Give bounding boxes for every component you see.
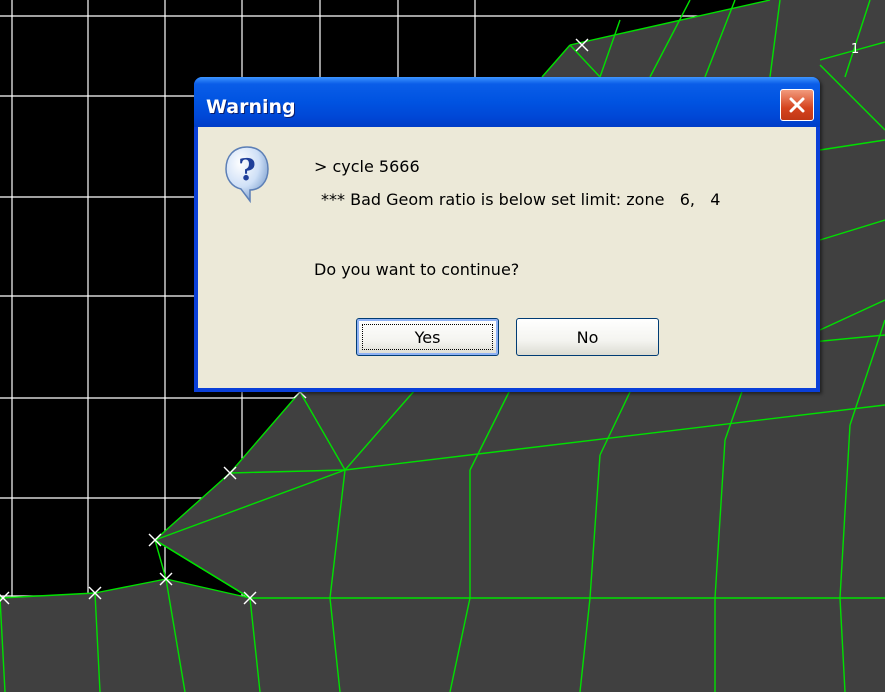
no-button[interactable]: No: [516, 318, 659, 356]
message-line-2: *** Bad Geom ratio is below set limit: z…: [321, 190, 721, 209]
corner-label: 1: [851, 42, 860, 57]
question-icon: ?: [224, 143, 270, 204]
close-icon: [789, 97, 805, 113]
dialog-body: ? > cycle 5666 *** Bad Geom ratio is bel…: [198, 127, 816, 388]
message-line-1: > cycle 5666: [314, 157, 420, 176]
dialog-title: Warning: [206, 96, 296, 118]
warning-dialog: Warning ? > cycle 5666 *** Bad Geom rati…: [194, 77, 820, 392]
question-text: Do you want to continue?: [314, 260, 520, 279]
focus-rectangle: [362, 324, 493, 350]
close-button[interactable]: [780, 89, 814, 121]
svg-text:?: ?: [238, 153, 256, 188]
no-button-label: No: [576, 327, 599, 347]
dialog-titlebar[interactable]: Warning: [194, 77, 820, 127]
yes-button[interactable]: Yes: [356, 318, 499, 356]
